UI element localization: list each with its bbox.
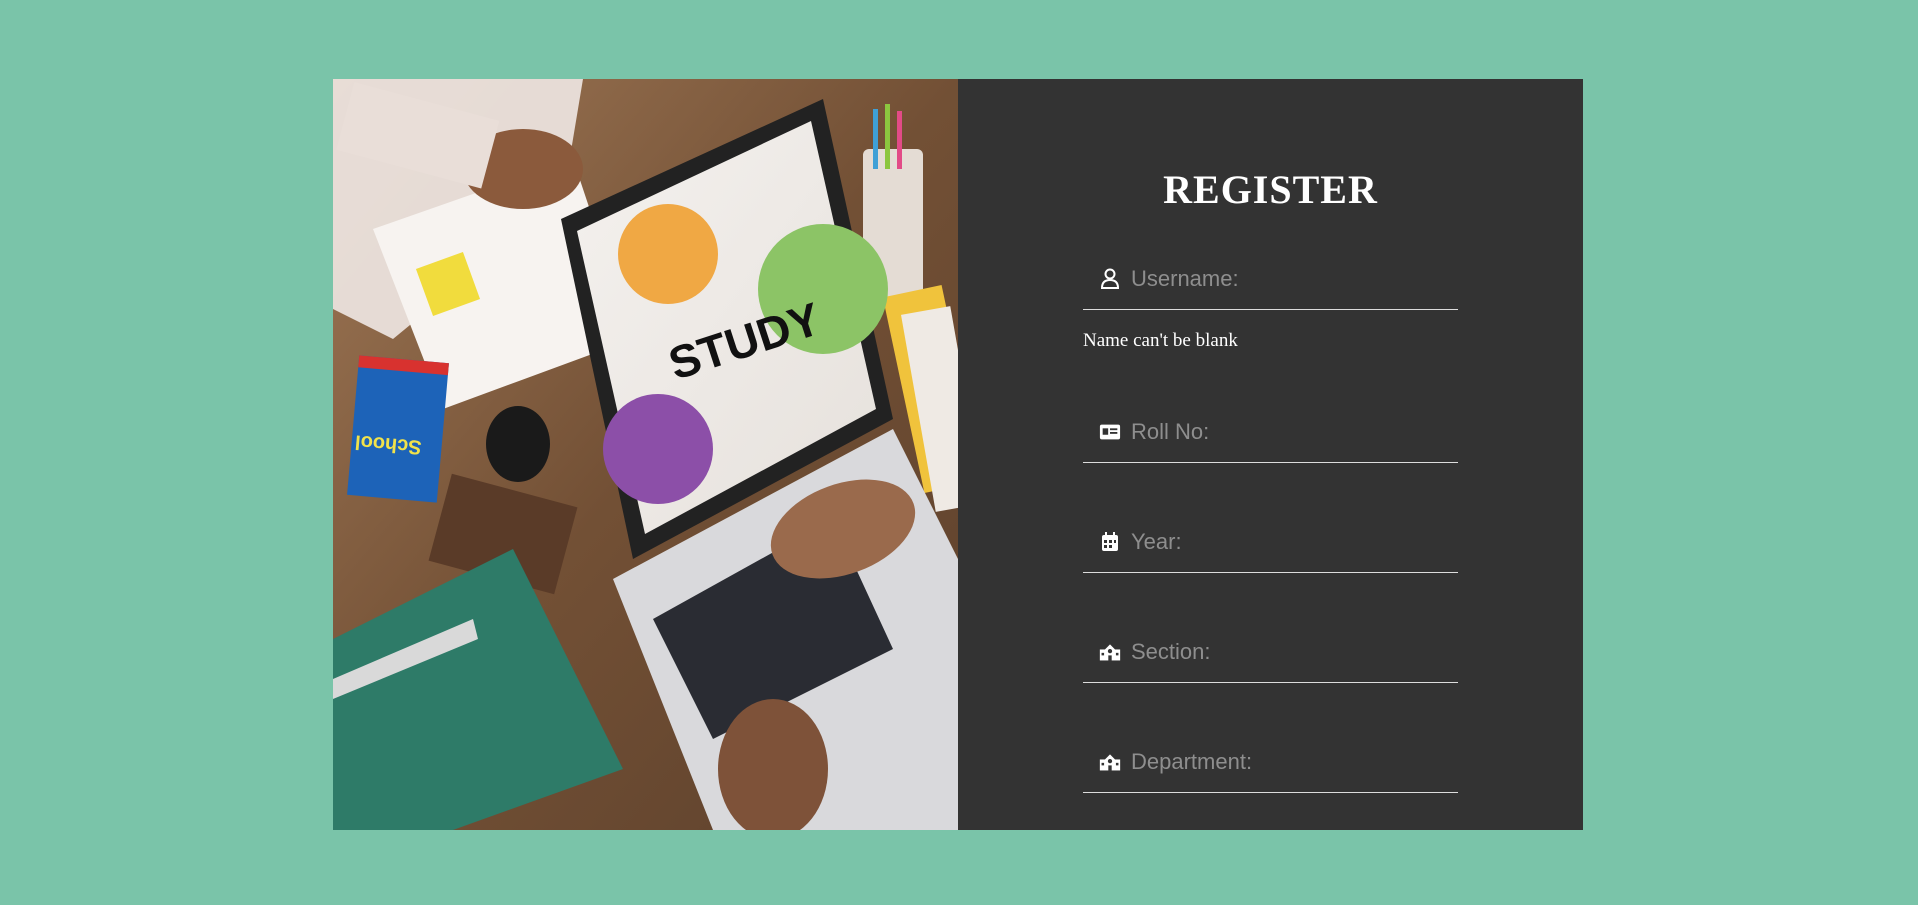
username-error: Name can't be blank bbox=[1083, 330, 1238, 351]
roll-no-input[interactable] bbox=[1131, 412, 1458, 452]
register-title: REGISTER bbox=[1163, 167, 1378, 212]
school-icon bbox=[1099, 751, 1121, 773]
calendar-icon bbox=[1099, 531, 1121, 553]
user-icon bbox=[1099, 268, 1121, 290]
section-input[interactable] bbox=[1131, 632, 1458, 672]
year-input[interactable] bbox=[1131, 522, 1458, 562]
id-card-icon bbox=[1099, 421, 1121, 443]
study-photo: School STUDY bbox=[333, 79, 958, 830]
year-field[interactable] bbox=[1083, 512, 1458, 573]
section-field[interactable] bbox=[1083, 622, 1458, 683]
department-input[interactable] bbox=[1131, 742, 1458, 782]
study-illustration: School STUDY bbox=[333, 79, 958, 830]
department-field[interactable] bbox=[1083, 732, 1458, 793]
username-input[interactable] bbox=[1131, 259, 1458, 299]
username-field[interactable] bbox=[1083, 249, 1458, 310]
roll-no-field[interactable] bbox=[1083, 402, 1458, 463]
school-icon bbox=[1099, 641, 1121, 663]
